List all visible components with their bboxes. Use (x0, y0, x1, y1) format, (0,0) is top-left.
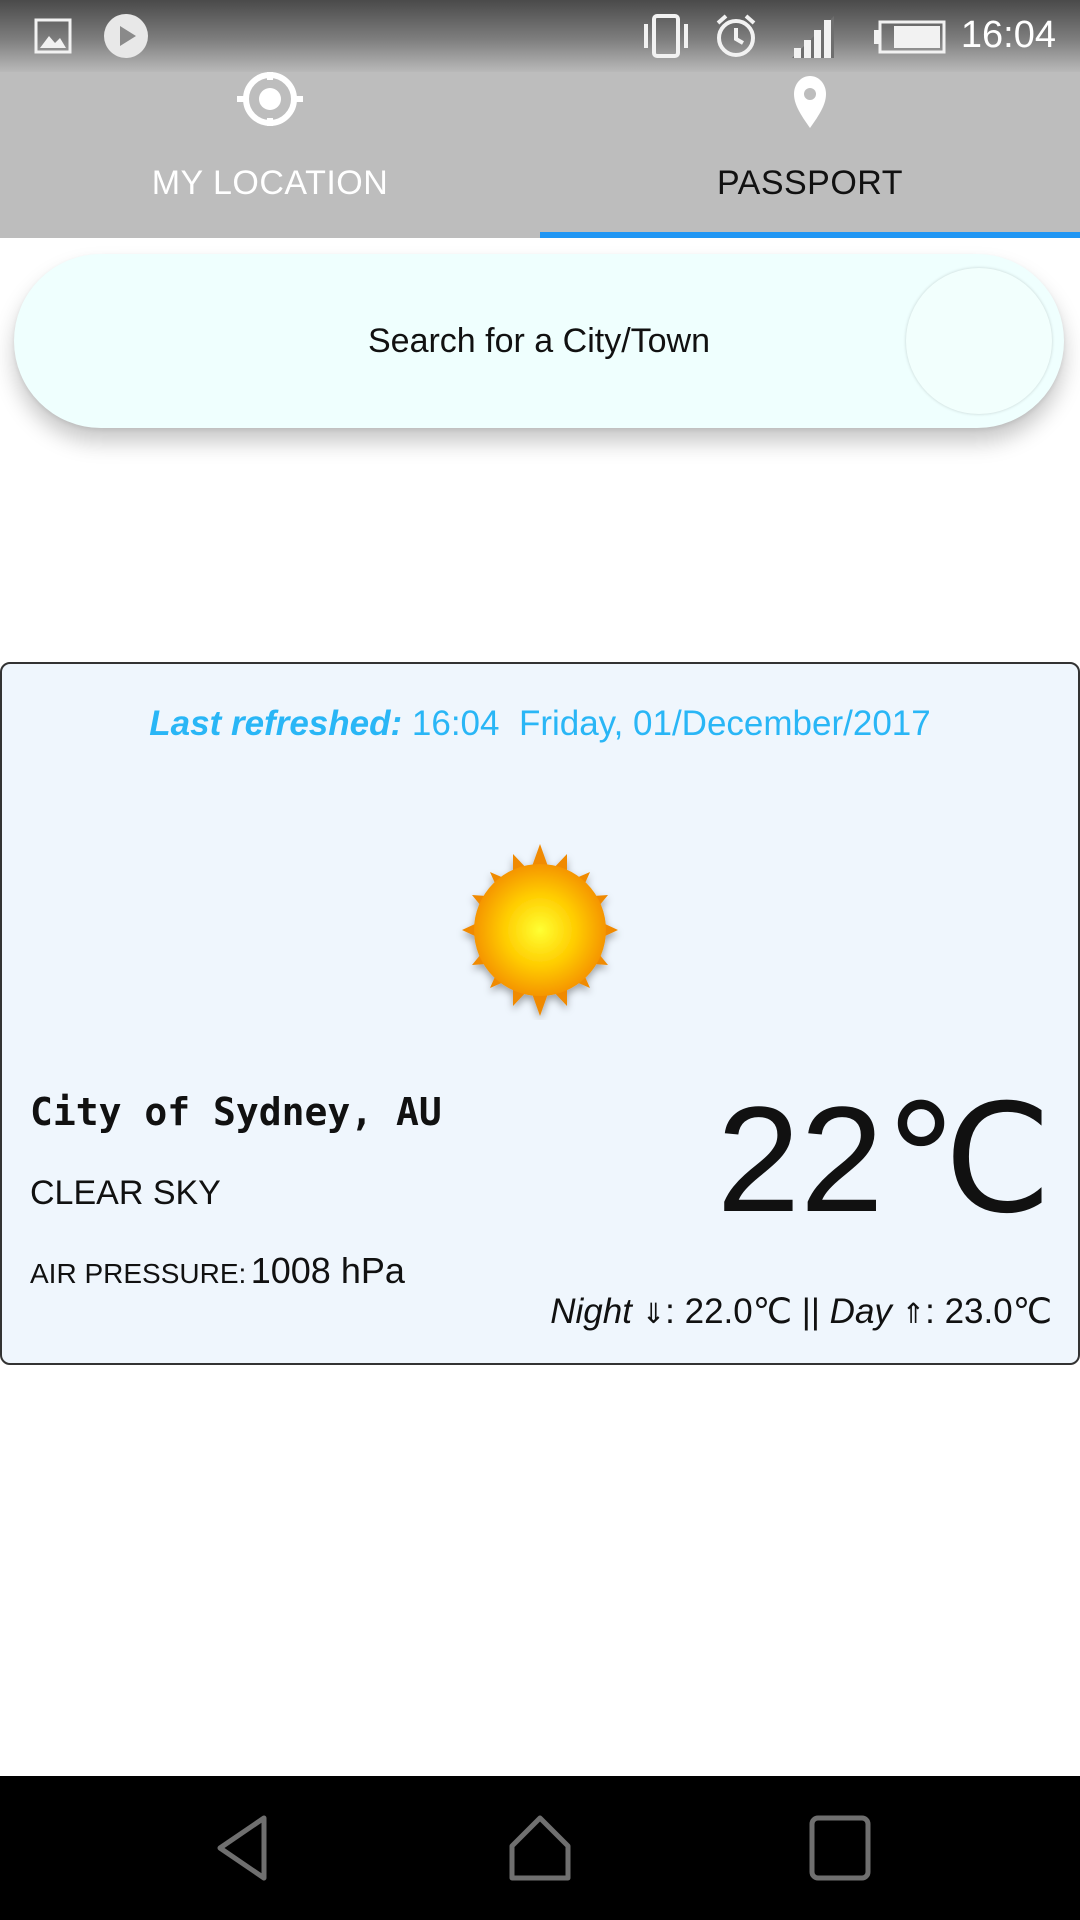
air-pressure-value: 1008 hPa (250, 1250, 405, 1291)
last-refreshed-time: 16:04 (411, 704, 500, 743)
last-refreshed-date: Friday, 01/December/2017 (518, 704, 931, 743)
weather-condition: CLEAR SKY (30, 1174, 221, 1212)
navigation-bar (0, 1776, 1080, 1920)
tab-indicator (540, 232, 1080, 238)
sun-icon (450, 840, 630, 1025)
home-icon[interactable] (506, 1812, 574, 1889)
back-icon[interactable] (210, 1812, 274, 1889)
battery-icon (874, 20, 946, 59)
search-bar[interactable]: Search for a City/Town (14, 254, 1064, 428)
status-time: 16:04 (960, 14, 1056, 56)
separator: || (792, 1292, 830, 1331)
tab-label: PASSPORT (716, 164, 904, 202)
alarm-icon (712, 12, 760, 65)
day-label: Day (829, 1292, 892, 1331)
last-refreshed: Last refreshed: 16:04 Friday, 01/Decembe… (2, 704, 1078, 744)
night-label: Night (550, 1292, 632, 1331)
recents-icon[interactable] (806, 1812, 874, 1889)
min-max-temperature: Night ⇓: 22.0℃ || Day ⇑: 23.0℃ (550, 1292, 1052, 1332)
air-pressure-label: AIR PRESSURE: (30, 1258, 247, 1289)
night-temperature: : 22.0℃ (665, 1292, 793, 1331)
play-icon (102, 12, 150, 65)
status-bar: 16:04 (0, 0, 1080, 72)
vibrate-icon (638, 12, 694, 65)
tab-my-location[interactable]: MY LOCATION (0, 72, 540, 238)
search-button[interactable] (906, 268, 1052, 414)
last-refreshed-label: Last refreshed: (149, 704, 403, 743)
day-temperature: : 23.0℃ (925, 1292, 1052, 1331)
current-temperature: 22℃ (716, 1075, 1052, 1243)
tab-passport[interactable]: PASSPORT (540, 72, 1080, 238)
map-pin-icon (774, 72, 846, 149)
day-arrow: ⇑ (901, 1298, 926, 1329)
city-name: City of Sydney, AU (30, 1090, 442, 1134)
tab-bar: MY LOCATION PASSPORT (0, 72, 1080, 238)
air-pressure: AIR PRESSURE: 1008 hPa (30, 1250, 405, 1292)
tab-label: MY LOCATION (151, 164, 389, 202)
signal-icon (790, 14, 838, 65)
night-arrow: ⇓ (641, 1298, 666, 1329)
crosshair-icon (234, 72, 306, 149)
weather-card: Last refreshed: 16:04 Friday, 01/Decembe… (0, 662, 1080, 1365)
gallery-icon (34, 18, 72, 59)
